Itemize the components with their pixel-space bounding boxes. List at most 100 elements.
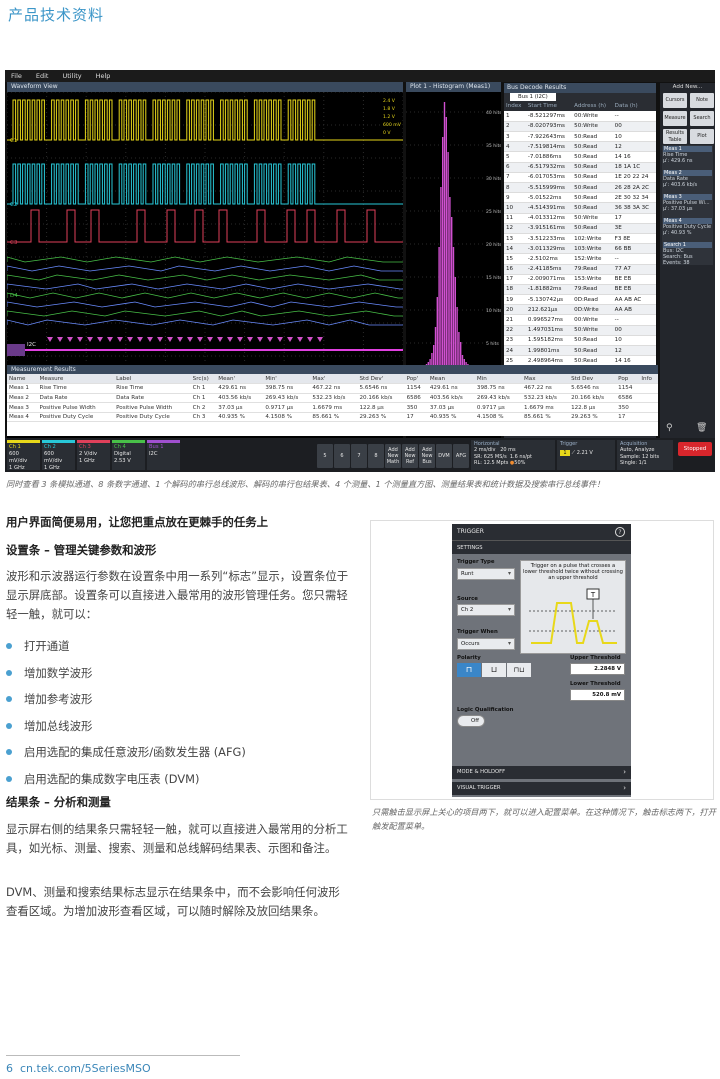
decode-row[interactable]: 24 1.99801ms 50:Read 12	[504, 345, 656, 357]
logic-qualification-toggle[interactable]: Off	[457, 715, 485, 727]
decode-row[interactable]: 4 -7.519814ms 50:Read 12	[504, 141, 656, 153]
meas-header: Std Dev	[569, 374, 617, 385]
sample-rate: SR: 625 MS/s	[474, 453, 507, 460]
acquisition-badge[interactable]: Acquisition Auto, Analyze Sample: 12 bit…	[617, 440, 673, 470]
side-button-search[interactable]: Search	[690, 111, 714, 126]
result-badge-1[interactable]: Meas 1 Rise Time μ': 429.6 ns	[662, 145, 713, 169]
menu-help[interactable]: Help	[96, 72, 111, 80]
side-button-measure[interactable]: Measure	[663, 111, 687, 126]
decode-row[interactable]: 8 -5.515999ms 50:Read 26 28 2A 2C	[504, 182, 656, 194]
lower-threshold-input[interactable]: 520.8 mV	[570, 689, 625, 701]
decode-cell: 1.99801ms	[525, 345, 573, 357]
polarity-positive-icon[interactable]: ⊓	[457, 663, 481, 677]
meas-row[interactable]: Meas 3 Positive Pulse Width Positive Pulse…	[7, 402, 658, 413]
channel-badge-3[interactable]: Ch 32 V/div 1 GHz	[77, 440, 110, 470]
decode-row[interactable]: 14 -3.011329ms 103:Write 66 BB	[504, 243, 656, 255]
upper-threshold-input[interactable]: 2.2848 V	[570, 663, 625, 675]
result-badge-value: μ': 37.03 μs	[663, 206, 693, 212]
menu-file[interactable]: File	[11, 72, 22, 80]
channel-badge-5[interactable]: Bus 1 I2C	[147, 440, 180, 470]
channel-marker: C3	[10, 240, 18, 246]
run-stop-button[interactable]: Stopped	[678, 442, 712, 456]
polarity-either-icon[interactable]: ⊓⊔	[507, 663, 531, 677]
page-number: 6	[6, 1062, 13, 1075]
decode-row[interactable]: 20 212.621μs 0D:Write AA AB	[504, 304, 656, 316]
settings-key-dvm[interactable]: DVM	[436, 444, 452, 468]
settings-key-7[interactable]: 7	[351, 444, 367, 468]
decode-row[interactable]: 13 -3.512233ms 102:Write F3 8E	[504, 233, 656, 245]
decode-row[interactable]: 12 -3.915161ms 50:Read 3E	[504, 223, 656, 234]
channel-badge-2[interactable]: Ch 2 600 mV/div 1 GHz	[42, 440, 75, 471]
decode-row[interactable]: 16 -2.41185ms 79:Read 77 A7	[504, 264, 656, 275]
result-badge-2[interactable]: Meas 2 Data Rate μ': 403.6 kb/s	[662, 169, 713, 193]
meas-row[interactable]: Meas 1 Rise Time Rise Time Ch 1 429.61 ns 398…	[7, 383, 658, 394]
results-bar-paragraph-2: DVM、测量和搜索结果标志显示在结果条中，而不会影响任何波形查看区域。为增加波形…	[6, 885, 340, 918]
channel-marker: D4	[10, 293, 18, 299]
decode-row[interactable]: 6 -6.517932ms 50:Read 18 1A 1C	[504, 162, 656, 173]
decode-row[interactable]: 5 -7.01886ms 50:Read 14 16	[504, 151, 656, 163]
decode-row[interactable]: 11 -4.013312ms 50:Write 17	[504, 213, 656, 224]
settings-key-8[interactable]: 8	[368, 444, 384, 468]
trigger-badge[interactable]: Trigger 1 ⟋ 2.21 V	[557, 440, 615, 470]
meas-cell: 467.22 ns	[521, 383, 570, 394]
meas-cell: 37.03 μs	[216, 402, 264, 413]
channel-scale: Digital	[114, 451, 131, 457]
meas-row[interactable]: Meas 2 Data Rate Data Rate Ch 1 403.56 kb/s 2…	[7, 393, 658, 404]
trigger-type-select[interactable]: Runt	[457, 568, 515, 580]
decode-row[interactable]: 22 1.497031ms 50:Write 00	[504, 325, 656, 336]
decode-cell: -5.01522ms	[525, 192, 573, 204]
decode-row[interactable]: 18 -1.81882ms 79:Read BE EB	[504, 284, 656, 296]
channel-badge-1[interactable]: Ch 1 600 mV/div 1 GHz	[7, 440, 40, 471]
settings-key-add-new-bus[interactable]: Add New Bus	[419, 444, 435, 468]
mode-holdoff-row[interactable]: MODE & HOLDOFF ›	[452, 766, 631, 779]
decode-row[interactable]: 15 -2.5102ms 152:Write --	[504, 253, 656, 265]
side-button-results-table[interactable]: Results Table	[663, 129, 687, 144]
meas-cell: 6586	[616, 393, 640, 404]
visual-trigger-row[interactable]: VISUAL TRIGGER ›	[452, 782, 631, 795]
footer-link[interactable]: cn.tek.com/5SeriesMSO	[20, 1062, 151, 1075]
menu-edit[interactable]: Edit	[36, 72, 49, 80]
decode-cell: 24	[504, 345, 526, 357]
meas-cell: 429.61 ns	[427, 383, 475, 394]
decode-tab[interactable]: Bus 1 (I2C)	[510, 93, 556, 101]
settings-key-add-new-math[interactable]: Add New Math	[385, 444, 401, 468]
side-button-plot[interactable]: Plot	[690, 129, 714, 144]
result-badge-4[interactable]: Meas 4 Positive Duty Cycle μ': 40.93 %	[662, 217, 713, 241]
magnify-icon[interactable]: ⚲	[666, 423, 673, 433]
trash-icon[interactable]: 🗑	[696, 423, 707, 433]
settings-key-afg[interactable]: AFG	[453, 444, 469, 468]
polarity-negative-icon[interactable]: ⊔	[482, 663, 506, 677]
decode-row[interactable]: 19 -5.130742μs 0D:Read AA AB AC	[504, 294, 656, 306]
decode-row[interactable]: 9 -5.01522ms 50:Read 2E 30 32 34	[504, 192, 656, 204]
settings-key-5[interactable]: 5	[317, 444, 333, 468]
settings-key-6[interactable]: 6	[334, 444, 350, 468]
settings-key-add-new-ref[interactable]: Add New Ref	[402, 444, 418, 468]
decode-row[interactable]: 7 -6.017053ms 50:Read 1E 20 22 24	[504, 172, 656, 184]
trigger-when-select[interactable]: Occurs	[457, 638, 515, 650]
source-select[interactable]: Ch 2	[457, 604, 515, 616]
meas-header: Measure	[37, 374, 115, 385]
decode-cell: 102:Write	[572, 233, 613, 245]
settings-bar-paragraph: 波形和示波器运行参数在设置条中用一系列“标志”显示，设置条位于显示屏底部。设置条…	[6, 569, 349, 621]
side-button-cursors[interactable]: Cursors	[663, 93, 687, 108]
decode-cell: -2.5102ms	[525, 253, 573, 265]
horizontal-badge[interactable]: Horizontal 2 ms/div 20 ms SR: 625 MS/s 1…	[471, 440, 555, 470]
decode-row[interactable]: 21 0.996527ms 00:Write --	[504, 314, 656, 326]
decode-row[interactable]: 1 -8.521297ms 00:Write --	[504, 111, 656, 122]
decode-row[interactable]: 10 -4.514391ms 50:Read 36 38 3A 3C	[504, 202, 656, 214]
menu-utility[interactable]: Utility	[62, 72, 81, 80]
meas-row[interactable]: Meas 4 Positive Duty Cycle Positive Duty C…	[7, 412, 658, 423]
channel-badge-4[interactable]: Ch 4 Digital 2.53 V	[112, 440, 145, 470]
side-button-note[interactable]: Note	[690, 93, 714, 108]
decode-cell: -4.514391ms	[525, 202, 573, 214]
decode-row[interactable]: 17 -2.009071ms 153:Write BE EB	[504, 274, 656, 285]
decode-row[interactable]: 23 1.595182ms 50:Read 10	[504, 335, 656, 347]
decode-row[interactable]: 2 -8.020793ms 50:Write 00	[504, 121, 656, 133]
channel-bandwidth: 2.53 V	[114, 458, 131, 464]
help-icon[interactable]: ?	[615, 527, 625, 537]
result-badge-3[interactable]: Meas 3 Positive Pulse Wi... μ': 37.03 μs	[662, 193, 713, 217]
decode-row[interactable]: 3 -7.922643ms 50:Read 10	[504, 131, 656, 143]
meas-cell: 40.935 %	[427, 412, 475, 423]
decode-cell: 9	[504, 192, 526, 204]
result-badge-5[interactable]: Search 1 Bus: I2C Search: Bus Events: 38	[662, 241, 713, 266]
